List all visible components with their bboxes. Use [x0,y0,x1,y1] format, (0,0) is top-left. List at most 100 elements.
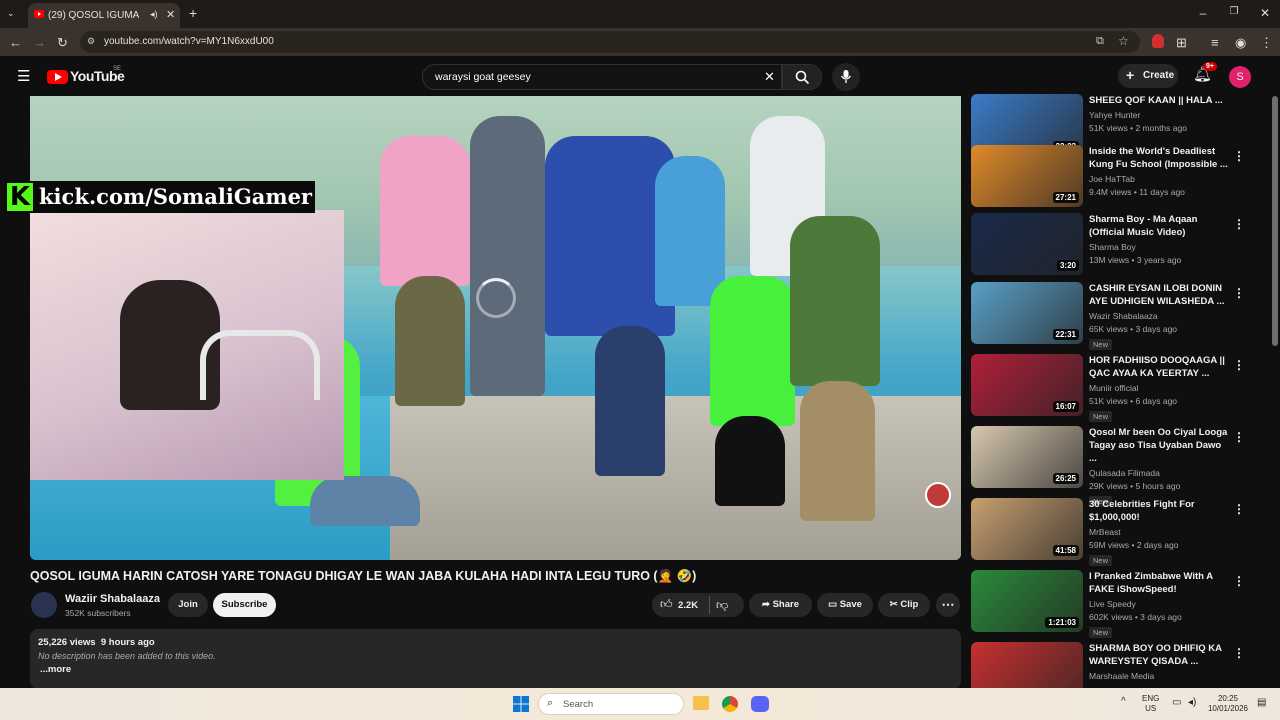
video-thumbnail[interactable]: 41:58 [971,498,1083,560]
minimize-icon[interactable]: – [1193,6,1213,20]
speaker-icon[interactable]: ◂) [150,9,158,20]
recommended-video-title[interactable]: Sharma Boy - Ma Aqaan (Official Music Vi… [1089,213,1229,239]
chrome-icon[interactable] [722,696,738,712]
video-options-icon[interactable]: ⋮ [1233,286,1245,300]
create-button[interactable]: + Create [1118,64,1178,88]
video-options-icon[interactable]: ⋮ [1233,646,1245,660]
video-options-icon[interactable]: ⋮ [1233,430,1245,444]
recommended-video[interactable]: 26:25 Qosol Mr been Oo Ciyal Looga Tagay … [971,426,1271,507]
video-options-icon[interactable]: ⋮ [1233,217,1245,231]
recommended-channel-name[interactable]: Marshaale Media [1089,671,1229,681]
taskbar-search[interactable]: ⌕ Search [538,693,684,715]
close-window-icon[interactable]: ✕ [1255,6,1275,20]
hamburger-menu-icon[interactable]: ☰ [17,67,30,85]
video-thumbnail[interactable]: 3:20 [971,213,1083,275]
channel-avatar[interactable] [31,592,57,618]
recommended-video-title[interactable]: 30 Celebrities Fight For $1,000,000! [1089,498,1229,524]
tab-list-icon[interactable]: ⌄ [7,8,15,19]
discord-icon[interactable] [751,696,769,712]
network-icon[interactable]: ▭ [1172,697,1181,708]
recommended-video-title[interactable]: HOR FADHIISO DOOQAAGA || QAC AYAA KA YEE… [1089,354,1229,380]
extension-shield-icon[interactable] [1152,34,1164,48]
recommended-video[interactable]: 1:21:03 I Pranked Zimbabwe With A FAKE iS… [971,570,1271,638]
install-app-icon[interactable]: ⧉ [1096,35,1104,48]
video-player[interactable] [30,96,961,560]
video-thumbnail[interactable]: 26:25 [971,426,1083,488]
video-thumbnail[interactable]: 22:31 [971,282,1083,344]
clear-search-icon[interactable]: ✕ [764,69,775,85]
recommended-video[interactable]: 27:21 Inside the World's Deadliest Kung F… [971,145,1271,211]
subscribe-button[interactable]: Subscribe [213,593,276,617]
recommended-channel-name[interactable]: Yahye Hunter [1089,110,1229,120]
video-thumbnail[interactable]: 27:21 [971,145,1083,207]
recommended-video-title[interactable]: SHEEG QOF KAAN || HALA ... [1089,94,1229,107]
media-control-icon[interactable]: ≡ [1211,35,1219,50]
profile-icon[interactable]: ◉ [1235,35,1246,51]
channel-watermark-icon[interactable] [925,482,951,508]
recommended-channel-name[interactable]: MrBeast [1089,527,1229,537]
recommended-video[interactable]: 3:20 Sharma Boy - Ma Aqaan (Official Musi… [971,213,1271,279]
recommended-video[interactable]: 22:31 CASHIR EYSAN ILOBI DONIN AYE UDHIGE… [971,282,1271,350]
voice-search-button[interactable] [832,63,860,91]
recommended-video-title[interactable]: Qosol Mr been Oo Ciyal Looga Tagay aso T… [1089,426,1229,465]
share-icon: ➦ [761,599,770,610]
video-options-icon[interactable]: ⋮ [1233,574,1245,588]
video-options-icon[interactable]: ⋮ [1233,502,1245,516]
forward-icon[interactable]: → [33,35,46,50]
subscriber-count: 352K subscribers [65,608,131,618]
recommended-channel-name[interactable]: Qulasada Filimada [1089,468,1229,478]
new-tab-icon[interactable]: + [189,5,197,21]
browser-toolbar: ← → ↻ ⚙ youtube.com/watch?v=MY1N6xxdU00 … [0,28,1280,56]
reload-icon[interactable]: ↻ [57,35,68,51]
browser-tab[interactable]: (29) QOSOL IGUMA HARIN ◂) ✕ [28,3,180,28]
language-indicator[interactable]: ENG US [1142,694,1159,714]
share-button[interactable]: ➦ Share [749,593,812,617]
clip-button[interactable]: ✂ Clip [878,593,930,617]
recommended-video-title[interactable]: I Pranked Zimbabwe With A FAKE iShowSpee… [1089,570,1229,596]
clock[interactable]: 20:25 10/01/2026 [1206,694,1250,714]
recommended-video-title[interactable]: CASHIR EYSAN ILOBI DONIN AYE UDHIGEN WIL… [1089,282,1229,308]
back-icon[interactable]: ← [9,35,22,50]
video-options-icon[interactable]: ⋮ [1233,149,1245,163]
recommended-channel-name[interactable]: Sharma Boy [1089,242,1229,252]
recommended-channel-name[interactable]: Live Speedy [1089,599,1229,609]
menu-icon[interactable]: ⋮ [1260,35,1273,51]
recommended-channel-name[interactable]: Muniir official [1089,383,1229,393]
account-avatar[interactable]: S [1229,66,1251,88]
description-box[interactable]: 25,226 views 9 hours ago No description … [30,629,961,689]
search-input[interactable]: waraysi goat geesey ✕ [422,64,782,90]
save-button[interactable]: ▭ Save [817,593,873,617]
like-icon[interactable]: 👍︎ [660,597,673,612]
recommended-channel-name[interactable]: Joe HaTTab [1089,174,1229,184]
restore-icon[interactable]: ❐ [1224,6,1244,17]
site-info-icon[interactable]: ⚙ [87,36,95,47]
channel-name[interactable]: Waziir Shabalaaza [65,593,160,605]
address-bar[interactable]: ⚙ youtube.com/watch?v=MY1N6xxdU00 ⧉ ☆ [80,31,1140,53]
show-more-link[interactable]: ...more [40,664,71,675]
view-count-date: 25,226 views 9 hours ago [38,637,155,648]
video-thumbnail[interactable]: 16:07 [971,354,1083,416]
file-explorer-icon[interactable] [693,696,709,710]
more-actions-icon[interactable]: ⋯ [936,593,960,617]
notification-center-icon[interactable]: ▤ [1257,697,1266,708]
bookmark-star-icon[interactable]: ☆ [1118,34,1129,48]
page-scrollbar[interactable] [1272,96,1278,346]
video-thumbnail[interactable]: 1:21:03 [971,570,1083,632]
extensions-icon[interactable]: ⊞ [1176,35,1187,51]
recommended-video-title[interactable]: Inside the World's Deadliest Kung Fu Sch… [1089,145,1229,171]
recommended-channel-name[interactable]: Wazir Shabalaaza [1089,311,1229,321]
recommended-video[interactable]: 16:07 HOR FADHIISO DOOQAAGA || QAC AYAA K… [971,354,1271,422]
recommended-video-title[interactable]: SHARMA BOY OO DHIFIQ KA WAREYSTEY QISADA… [1089,642,1229,668]
tray-expand-icon[interactable]: ^ [1121,696,1126,707]
recommended-video[interactable]: 41:58 30 Celebrities Fight For $1,000,000… [971,498,1271,566]
share-label: Share [772,599,799,610]
video-options-icon[interactable]: ⋮ [1233,358,1245,372]
search-button[interactable] [782,64,822,90]
taskbar-search-label: Search [563,699,594,710]
dislike-icon[interactable]: 👎︎ [716,598,728,613]
like-count[interactable]: 2.2K [678,600,698,611]
close-tab-icon[interactable]: ✕ [166,8,175,21]
join-button[interactable]: Join [168,593,208,617]
volume-icon[interactable]: ◂) [1188,697,1196,708]
windows-start-icon[interactable] [513,696,529,712]
